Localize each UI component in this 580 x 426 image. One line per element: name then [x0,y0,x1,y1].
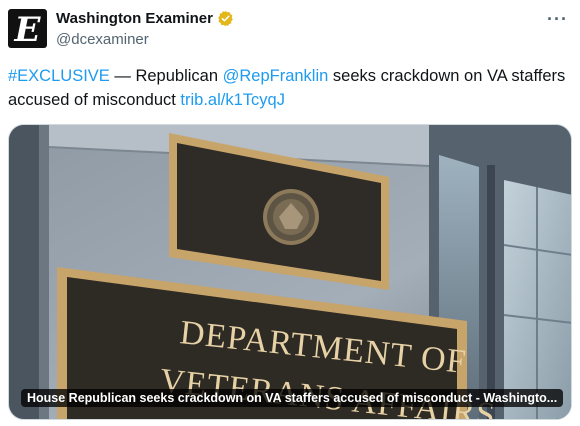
tweet-text-segment: — Republican [109,67,223,85]
va-building-photo: DEPARTMENT OF VETERANS AFFAIRS [9,125,571,419]
avatar[interactable]: E [8,9,47,48]
avatar-logo-letter: E [14,9,41,48]
verified-badge-icon[interactable] [217,10,234,27]
link-card-title[interactable]: House Republican seeks crackdown on VA s… [21,389,564,407]
author-handle[interactable]: @dcexaminer [56,31,149,48]
tweet-text: #EXCLUSIVE — Republican @RepFranklin see… [8,64,568,112]
author-name-row: Washington Examiner [56,10,234,27]
url-link[interactable]: trib.al/k1TcyqJ [180,91,285,109]
mention-link[interactable]: @RepFranklin [223,67,329,85]
tweet-card[interactable]: E Washington Examiner @dcexaminer ··· #E… [0,0,580,426]
hashtag-link[interactable]: #EXCLUSIVE [8,67,110,85]
link-card-image[interactable]: DEPARTMENT OF VETERANS AFFAIRS House Rep… [8,124,572,420]
author-display-name[interactable]: Washington Examiner [56,10,213,27]
more-options-icon[interactable]: ··· [547,9,568,30]
